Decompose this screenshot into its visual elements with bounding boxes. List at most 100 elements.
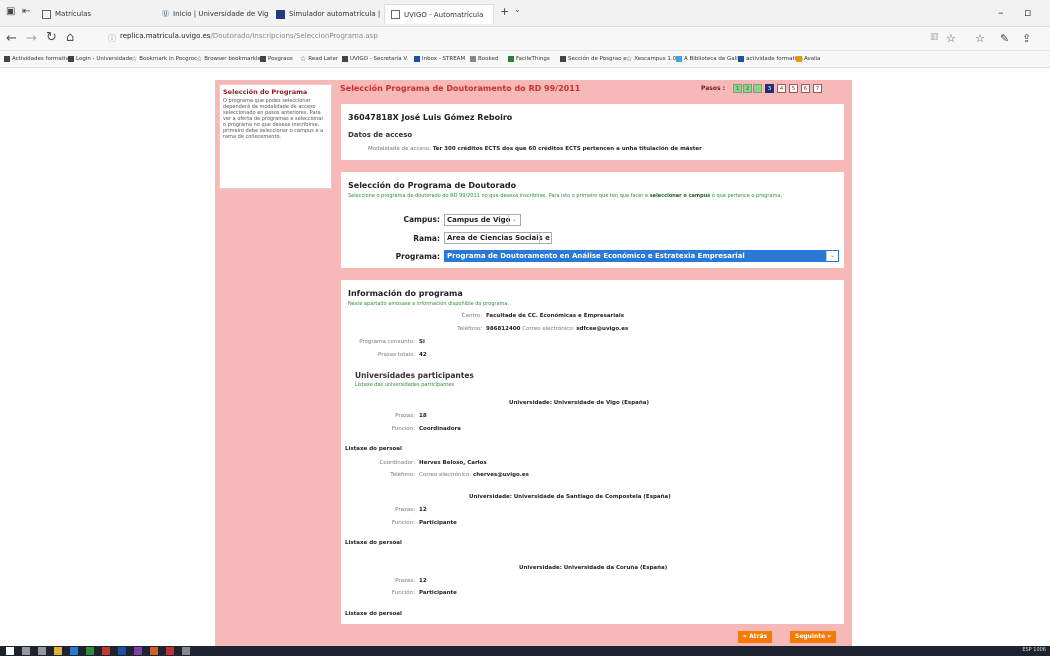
- fav-item[interactable]: A Biblioteca de Galic: [676, 56, 741, 62]
- fav-item[interactable]: ☆ Read Later: [300, 56, 338, 63]
- forward-icon[interactable]: →: [26, 31, 37, 46]
- coord-mail-value[interactable]: cherves@uvigo.es: [473, 472, 529, 478]
- tab-manager-icon[interactable]: ▣: [6, 6, 15, 17]
- fav-item[interactable]: ☆ Bookmark in Pocgroc: [131, 56, 197, 63]
- minimize-icon[interactable]: –: [998, 6, 1004, 19]
- fav-item[interactable]: UVIGO - Secretaría V.: [342, 56, 408, 62]
- refresh-icon[interactable]: ↻: [46, 30, 57, 45]
- step-2b: [753, 84, 762, 93]
- programa-label: Programa:: [395, 252, 440, 261]
- favorite-site-icon: [508, 56, 514, 62]
- simulator-icon: [276, 9, 285, 19]
- fav-item[interactable]: Inbox - STREAM: [414, 56, 465, 62]
- fav-item[interactable]: FacileThings: [508, 56, 550, 62]
- system-tray[interactable]: ESP 1006: [1022, 647, 1046, 653]
- maximize-icon[interactable]: ▫: [1024, 6, 1031, 19]
- app-icon[interactable]: [166, 647, 174, 655]
- fav-item[interactable]: actividade formativa: [738, 56, 803, 62]
- app-icon[interactable]: [86, 647, 94, 655]
- prazas-label: Prazas:: [395, 507, 415, 513]
- tab-preview-icon[interactable]: ⌄: [514, 5, 521, 14]
- favorite-site-icon: [796, 56, 802, 62]
- access-mode-label: Modalidade de acceso:: [368, 146, 432, 152]
- set-aside-tabs-icon[interactable]: ⇤: [22, 6, 30, 17]
- university-row: Universidade: Universidade de Santiago d…: [469, 494, 671, 500]
- favorites-hub-icon[interactable]: ☆: [975, 32, 985, 45]
- close-tab-icon[interactable]: ✕: [493, 10, 494, 20]
- funcion-value: Participante: [419, 590, 457, 596]
- start-icon[interactable]: [6, 647, 14, 655]
- step-2[interactable]: 2: [743, 84, 752, 93]
- app-icon[interactable]: [118, 647, 126, 655]
- file-explorer-icon[interactable]: [54, 647, 62, 655]
- web-note-icon[interactable]: ✎: [1000, 32, 1009, 45]
- rama-select[interactable]: Area de Ciencias Sociais e Xurídicas⌄: [444, 232, 552, 244]
- centro-label: Centro:: [461, 313, 482, 319]
- app-icon[interactable]: [102, 647, 110, 655]
- favorites-bar: Actividades formativ Login - Universidad…: [0, 51, 1050, 68]
- home-icon[interactable]: ⌂: [66, 30, 74, 45]
- favorite-site-icon: [560, 56, 566, 62]
- staff-list-heading: Listaxe do persoal: [345, 446, 402, 452]
- fav-item[interactable]: ☆ Xescampus 1.0: [626, 56, 676, 63]
- program-info-panel: Información do programa Neste apartado a…: [341, 280, 844, 624]
- selection-heading: Selección do Programa de Doutorado: [348, 181, 517, 190]
- app-icon[interactable]: [134, 647, 142, 655]
- tab-inicio[interactable]: Ⓤ Inicio | Universidade de Vig: [156, 4, 268, 24]
- task-view-icon[interactable]: [38, 647, 46, 655]
- step-7[interactable]: 7: [813, 84, 822, 93]
- app-icon[interactable]: [182, 647, 190, 655]
- sidebar-title: Selección do Programa: [223, 88, 308, 96]
- step-1[interactable]: 1: [733, 84, 742, 93]
- step-4[interactable]: 4: [777, 84, 786, 93]
- url-field[interactable]: replica.matricula.uvigo.es/Doutorado/Ins…: [120, 32, 378, 40]
- fav-item[interactable]: Posgraos: [260, 56, 293, 62]
- reading-view-icon[interactable]: ▥: [930, 32, 939, 42]
- info-icon[interactable]: ⓘ: [108, 33, 116, 44]
- share-icon[interactable]: ⇪: [1022, 32, 1031, 45]
- chevron-down-icon: ⌄: [539, 233, 551, 243]
- step-3[interactable]: 3: [765, 84, 774, 93]
- tab-simulador[interactable]: Simulador automatrícula | S: [270, 4, 382, 24]
- edge-icon[interactable]: [70, 647, 78, 655]
- favorite-star-icon[interactable]: ☆: [946, 32, 956, 45]
- university-row: Universidade: Universidade da Coruña (Es…: [519, 565, 668, 571]
- app-icon[interactable]: [150, 647, 158, 655]
- telefono-label: Teléfono:: [457, 326, 482, 332]
- fav-item[interactable]: Booked: [470, 56, 498, 62]
- step-5[interactable]: 5: [789, 84, 798, 93]
- search-icon[interactable]: [22, 647, 30, 655]
- programa-select[interactable]: Programa de Doutoramento en Análise Econ…: [444, 250, 839, 262]
- tab-matriculas[interactable]: Matrículas: [36, 4, 146, 24]
- favorite-site-icon: [470, 56, 476, 62]
- tab-automatricula[interactable]: UVIGO - Automatrícula ✕: [384, 4, 494, 24]
- staff-list-heading: Listaxe do persoal: [345, 611, 402, 617]
- fav-item[interactable]: Login - Universidade: [68, 56, 132, 62]
- tab-label: Inicio | Universidade de Vig: [173, 10, 268, 18]
- funcion-value: Coordinadora: [419, 426, 461, 432]
- back-button[interactable]: « Atrás: [738, 631, 773, 643]
- fav-item[interactable]: Avalia: [796, 56, 821, 62]
- next-button[interactable]: Seguinte »: [790, 631, 837, 643]
- windows-taskbar: ESP 1006: [0, 646, 1050, 656]
- funcion-value: Participante: [419, 520, 457, 526]
- access-mode-value: Ter 300 créditos ECTS dos que 60 crédito…: [432, 146, 702, 152]
- access-mode-row: Modalidade de acceso: Ter 300 créditos E…: [368, 146, 702, 152]
- back-icon[interactable]: ←: [6, 31, 17, 46]
- fav-item[interactable]: Sección de Posgrao e: [560, 56, 627, 62]
- conxunto-value: Si: [419, 339, 425, 345]
- funcion-label: Función:: [391, 520, 415, 526]
- fav-item[interactable]: Actividades formativ: [4, 56, 69, 62]
- campus-select[interactable]: Campus de Vigo ⌄: [444, 214, 521, 226]
- telefono-value: 986812400: [486, 326, 521, 332]
- new-tab-icon[interactable]: +: [500, 5, 509, 18]
- fav-item[interactable]: ☆ Browser bookmarklet: [196, 56, 263, 63]
- favorite-site-icon: [414, 56, 420, 62]
- tab-label: UVIGO - Automatrícula: [404, 10, 484, 19]
- correo-value[interactable]: sdfcee@uvigo.es: [576, 326, 628, 332]
- page-icon: [42, 9, 51, 19]
- prazas-value: 12: [419, 578, 427, 584]
- favorite-site-icon: [738, 56, 744, 62]
- step-6[interactable]: 6: [801, 84, 810, 93]
- chevron-down-icon: ⌄: [508, 215, 520, 225]
